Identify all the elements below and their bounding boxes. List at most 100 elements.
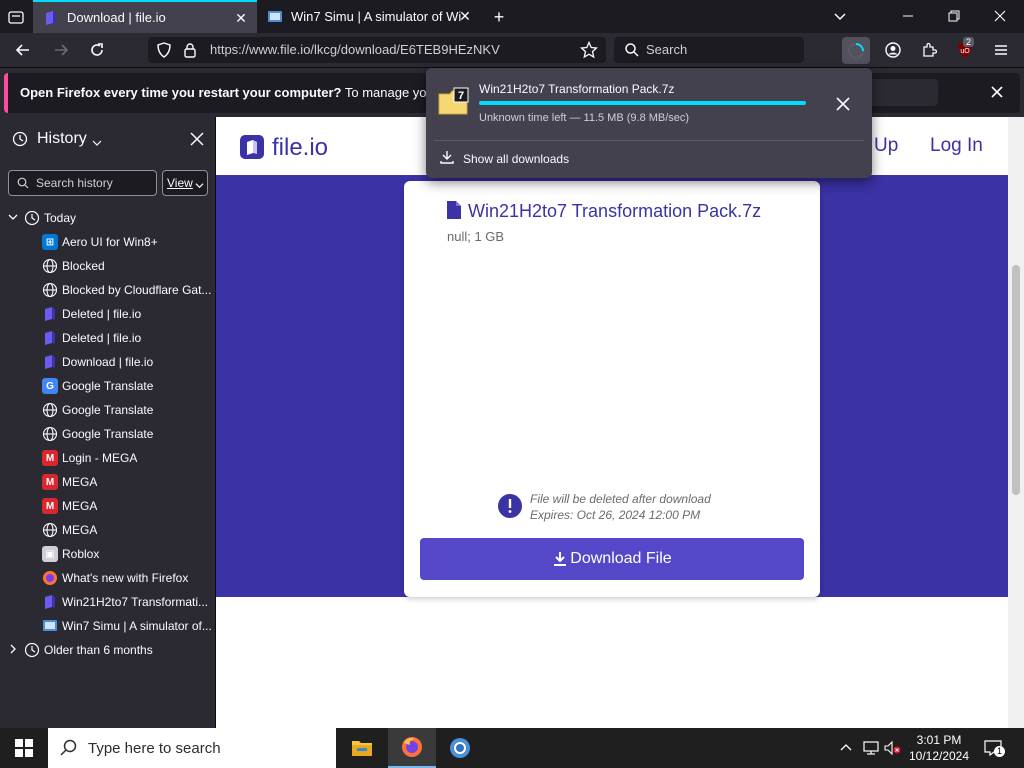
new-tab-plus-icon[interactable]: + — [489, 7, 509, 27]
history-item[interactable]: Google Translate — [0, 422, 215, 446]
url-text[interactable]: https://www.file.io/lkcg/download/E6TEB9… — [210, 42, 500, 57]
search-icon — [60, 739, 78, 757]
taskbar-search-input[interactable]: Type here to search — [48, 728, 336, 768]
lock-icon[interactable] — [182, 42, 198, 58]
history-item-label: Blocked — [62, 259, 105, 273]
file-name: Win21H2to7 Transformation Pack.7z — [468, 201, 762, 221]
sidebar-title[interactable]: History — [37, 130, 87, 148]
history-group-label: Older than 6 months — [44, 643, 153, 657]
win7simu-icon — [267, 9, 283, 25]
account-icon[interactable] — [882, 40, 904, 60]
history-item-label: Google Translate — [62, 403, 154, 417]
history-item-label: Deleted | file.io — [62, 307, 142, 321]
history-item[interactable]: Win7 Simu | A simulator of... — [0, 614, 215, 638]
address-bar[interactable]: https://www.file.io/lkcg/download/E6TEB9… — [148, 37, 606, 63]
signup-link[interactable]: Up — [874, 135, 898, 157]
history-item-label: MEGA — [62, 523, 98, 537]
notification-bold-text: Open Firefox every time you restart your… — [20, 85, 342, 100]
roblox-icon: ▣ — [42, 546, 58, 562]
chevron-up-icon[interactable] — [838, 740, 854, 756]
history-item[interactable]: M MEGA — [0, 494, 215, 518]
reload-icon[interactable] — [86, 40, 108, 60]
history-item[interactable]: Google Translate — [0, 398, 215, 422]
notification-action-button[interactable] — [868, 79, 938, 106]
history-item[interactable]: Deleted | file.io — [0, 326, 215, 350]
page-scrollbar[interactable] — [1008, 117, 1024, 728]
history-item-label: Google Translate — [62, 427, 154, 441]
history-item[interactable]: G Google Translate — [0, 374, 215, 398]
tab-win7-simu[interactable]: Win7 Simu | A simulator of Winc ✕ — [257, 0, 481, 33]
shield-icon[interactable] — [156, 42, 172, 58]
history-item[interactable]: MEGA — [0, 518, 215, 542]
history-item[interactable]: Download | file.io — [0, 350, 215, 374]
page-content: file.io Up Log In Win21H2to7 Transformat… — [216, 117, 1008, 728]
history-item[interactable]: Win21H2to7 Transformati... — [0, 590, 215, 614]
history-item[interactable]: M Login - MEGA — [0, 446, 215, 470]
menu-hamburger-icon[interactable] — [990, 40, 1012, 60]
windows-icon: ⊞ — [42, 234, 58, 250]
history-group-older[interactable]: Older than 6 months — [0, 638, 215, 662]
download-file-button[interactable]: Download File — [420, 538, 804, 580]
downloads-panel: 7 Win21H2to7 Transformation Pack.7z Unkn… — [426, 68, 872, 178]
svg-text:7: 7 — [458, 90, 464, 102]
windows-start-icon[interactable] — [0, 728, 48, 768]
search-bar[interactable]: Search — [614, 37, 804, 63]
login-link[interactable]: Log In — [930, 135, 983, 157]
mega-icon: M — [42, 474, 58, 490]
download-progress-fill — [479, 101, 806, 105]
download-button-label: Download File — [570, 550, 672, 567]
svg-text:uO: uO — [960, 48, 970, 55]
firefox-taskbar-icon[interactable] — [388, 728, 436, 768]
history-item[interactable]: ⊞ Aero UI for Win8+ — [0, 230, 215, 254]
restore-icon[interactable] — [944, 6, 964, 26]
history-item[interactable]: Blocked by Cloudflare Gat... — [0, 278, 215, 302]
close-tab-icon[interactable]: ✕ — [233, 10, 249, 26]
forward-icon[interactable] — [50, 40, 72, 60]
extensions-icon[interactable] — [918, 40, 940, 60]
history-search-input[interactable]: Search history — [8, 170, 157, 196]
history-item[interactable]: M MEGA — [0, 470, 215, 494]
fileio-logo-icon[interactable] — [240, 135, 264, 159]
view-dropdown[interactable]: View — [162, 170, 208, 196]
site-logo-text[interactable]: file.io — [272, 134, 328, 162]
close-window-icon[interactable] — [990, 6, 1010, 26]
clock-time: 3:01 PM — [916, 733, 962, 747]
chevron-down-icon[interactable] — [92, 136, 102, 146]
minimize-icon[interactable] — [898, 6, 918, 26]
cancel-download-icon[interactable] — [836, 97, 852, 113]
chrome-taskbar-icon[interactable] — [436, 728, 484, 768]
close-notification-icon[interactable] — [986, 82, 1008, 102]
ublock-icon[interactable]: uO 2 — [954, 37, 976, 61]
globe-icon — [42, 402, 58, 418]
back-icon[interactable] — [12, 40, 34, 60]
volume-muted-icon[interactable] — [884, 740, 902, 756]
search-icon — [624, 42, 640, 58]
downloads-icon[interactable] — [842, 37, 870, 64]
download-file-name[interactable]: Win21H2to7 Transformation Pack.7z — [479, 82, 674, 96]
notification-count-badge: 1 — [994, 746, 1006, 757]
chevron-down-icon[interactable] — [830, 6, 850, 26]
tab-list-icon[interactable] — [6, 7, 26, 27]
tab-download-fileio[interactable]: Download | file.io ✕ — [33, 0, 257, 33]
network-icon[interactable] — [862, 740, 880, 756]
exclamation-icon — [498, 494, 522, 518]
close-sidebar-icon[interactable] — [190, 132, 206, 148]
history-item-label: What's new with Firefox — [62, 571, 189, 585]
file-explorer-icon[interactable] — [338, 728, 386, 768]
history-item[interactable]: What's new with Firefox — [0, 566, 215, 590]
expiry-text: Expires: Oct 26, 2024 12:00 PM — [530, 508, 701, 522]
bookmark-star-icon[interactable] — [579, 40, 599, 59]
history-group-today[interactable]: Today — [0, 206, 215, 230]
badge-count: 2 — [963, 37, 975, 47]
taskbar-clock[interactable]: 3:01 PM 10/12/2024 — [904, 732, 974, 764]
close-tab-icon[interactable]: ✕ — [457, 8, 473, 24]
archive-file-icon: 7 — [438, 86, 470, 116]
history-item[interactable]: ▣ Roblox — [0, 542, 215, 566]
history-item-label: Win7 Simu | A simulator of... — [62, 619, 212, 633]
show-all-downloads-link[interactable]: Show all downloads — [463, 152, 569, 166]
scrollbar-thumb[interactable] — [1012, 265, 1020, 495]
notification-center-icon[interactable]: 1 — [982, 738, 1006, 758]
clock-icon — [24, 642, 40, 658]
history-item[interactable]: Deleted | file.io — [0, 302, 215, 326]
history-item[interactable]: Blocked — [0, 254, 215, 278]
